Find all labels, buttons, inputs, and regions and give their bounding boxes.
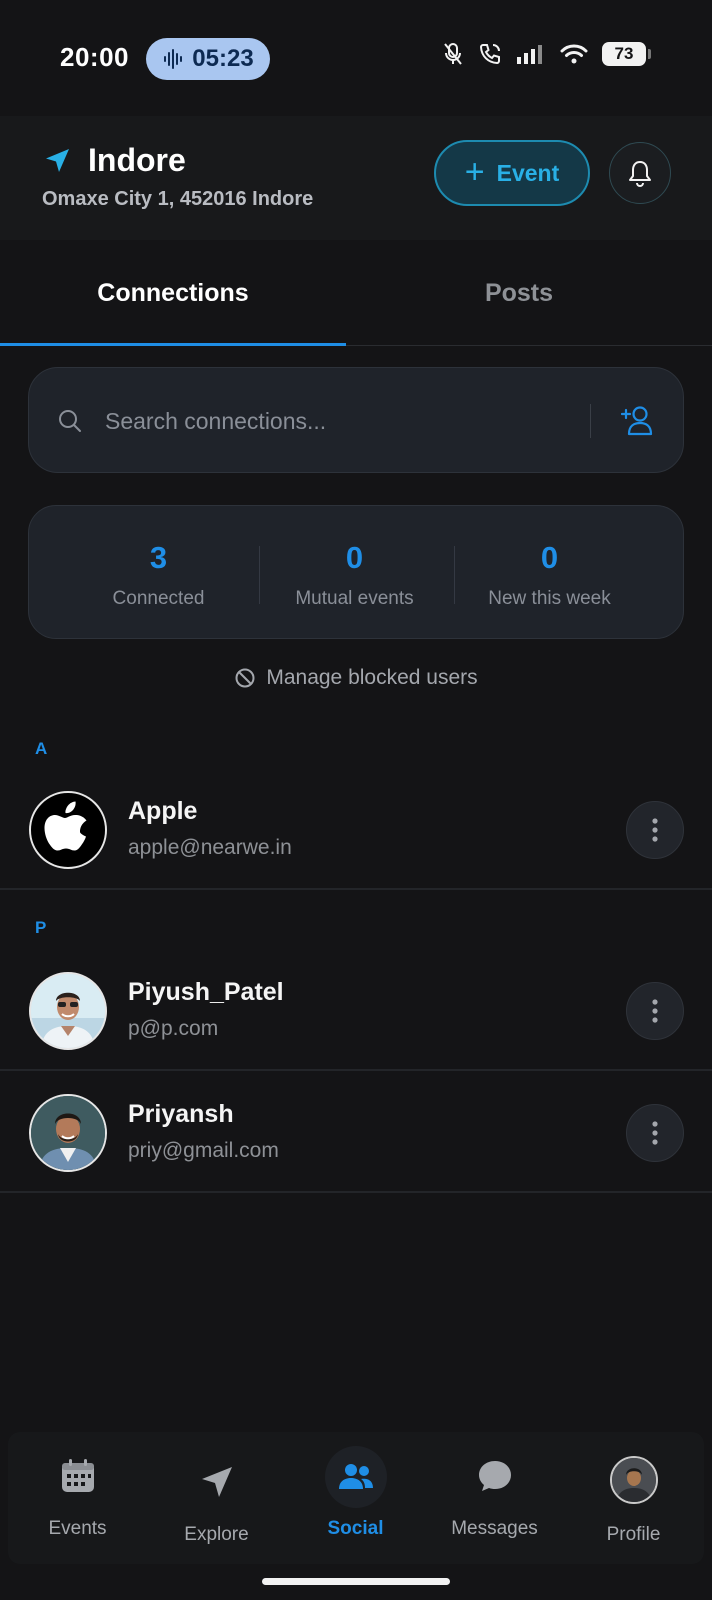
more-options-button[interactable] bbox=[626, 1104, 684, 1162]
search-input[interactable] bbox=[105, 398, 585, 444]
notifications-button[interactable] bbox=[609, 142, 671, 204]
battery-icon: 73 bbox=[602, 42, 651, 66]
mic-off-icon bbox=[444, 43, 462, 65]
contact-name: Apple bbox=[128, 797, 198, 825]
location-header: Indore Omaxe City 1, 452016 Indore + Eve… bbox=[0, 116, 712, 240]
section-letter-p: P bbox=[35, 918, 47, 937]
stat-new-this-week: 0 New this week bbox=[452, 506, 647, 640]
stat-value: 3 bbox=[149, 540, 168, 575]
apple-logo-icon bbox=[44, 801, 87, 851]
home-indicator[interactable] bbox=[262, 1578, 450, 1585]
avatar bbox=[609, 1456, 658, 1504]
stat-label: New this week bbox=[488, 588, 611, 609]
avatar bbox=[29, 972, 107, 1050]
tab-bar: Connections Posts bbox=[0, 240, 712, 346]
call-timer: 05:23 bbox=[192, 45, 254, 72]
nav-label: Messages bbox=[451, 1518, 538, 1539]
stat-label: Mutual events bbox=[295, 588, 414, 609]
calendar-icon bbox=[61, 1459, 94, 1492]
list-item[interactable]: Priyansh priy@gmail.com bbox=[0, 1073, 712, 1193]
city-name[interactable]: Indore bbox=[88, 142, 186, 179]
search-bar bbox=[28, 367, 684, 473]
nav-label: Social bbox=[327, 1518, 384, 1539]
nav-label: Explore bbox=[184, 1524, 249, 1545]
section-letter-a: A bbox=[35, 739, 48, 758]
avatar bbox=[29, 1094, 107, 1172]
tab-connections[interactable]: Connections bbox=[0, 240, 346, 346]
contact-name: Piyush_Patel bbox=[128, 978, 284, 1006]
contact-name: Priyansh bbox=[128, 1100, 234, 1128]
more-options-button[interactable] bbox=[626, 982, 684, 1040]
navigation-arrow-icon bbox=[201, 1467, 232, 1497]
wifi-icon bbox=[560, 44, 588, 64]
avatar bbox=[29, 791, 107, 869]
wifi-calling-icon bbox=[479, 44, 500, 65]
ongoing-call-pill[interactable]: 05:23 bbox=[146, 38, 270, 80]
block-icon bbox=[235, 668, 255, 688]
more-vertical-icon bbox=[652, 818, 658, 842]
tab-posts[interactable]: Posts bbox=[346, 240, 692, 346]
people-icon bbox=[338, 1464, 373, 1489]
more-options-button[interactable] bbox=[626, 801, 684, 859]
stat-label: Connected bbox=[112, 588, 205, 609]
nav-label: Profile bbox=[606, 1524, 661, 1545]
nav-social[interactable]: Social bbox=[286, 1432, 425, 1564]
status-clock: 20:00 bbox=[60, 42, 129, 72]
add-user-icon[interactable] bbox=[621, 402, 659, 440]
nav-events[interactable]: Events bbox=[8, 1432, 147, 1564]
list-item[interactable]: Piyush_Patel p@p.com bbox=[0, 951, 712, 1071]
add-event-label: Event bbox=[496, 159, 560, 186]
nav-messages[interactable]: Messages bbox=[425, 1432, 564, 1564]
search-icon bbox=[59, 410, 81, 432]
bottom-navigation: Events Explore Social Messages Profile bbox=[8, 1432, 704, 1564]
address-line: Omaxe City 1, 452016 Indore bbox=[42, 188, 314, 210]
profile-photo bbox=[31, 974, 105, 1048]
signal-icon bbox=[517, 45, 542, 64]
waveform-icon bbox=[164, 49, 183, 69]
profile-photo bbox=[31, 1096, 105, 1170]
profile-photo bbox=[611, 1458, 656, 1502]
stat-value: 0 bbox=[540, 540, 559, 575]
contact-email: p@p.com bbox=[128, 1017, 219, 1040]
status-bar: 20:00 05:23 73 bbox=[0, 0, 712, 116]
status-icons: 73 bbox=[442, 42, 651, 66]
bell-icon bbox=[629, 161, 651, 187]
add-event-button[interactable]: + Event bbox=[434, 140, 590, 206]
connection-stats-card: 3 Connected 0 Mutual events 0 New this w… bbox=[28, 505, 684, 639]
stat-mutual-events: 0 Mutual events bbox=[257, 506, 452, 640]
plus-icon: + bbox=[464, 152, 485, 191]
manage-blocked-users-label: Manage blocked users bbox=[266, 666, 478, 689]
manage-blocked-users-link[interactable]: Manage blocked users bbox=[0, 662, 712, 694]
chat-bubble-icon bbox=[478, 1461, 511, 1491]
active-tab-indicator bbox=[0, 343, 346, 346]
nav-label: Events bbox=[48, 1518, 107, 1539]
list-item[interactable]: Apple apple@nearwe.in bbox=[0, 770, 712, 890]
more-vertical-icon bbox=[652, 1121, 658, 1145]
contact-email: apple@nearwe.in bbox=[128, 836, 292, 859]
location-arrow-icon bbox=[46, 149, 69, 172]
search-divider bbox=[590, 404, 591, 438]
more-vertical-icon bbox=[652, 999, 658, 1023]
nav-profile[interactable]: Profile bbox=[564, 1432, 703, 1564]
stat-connected: 3 Connected bbox=[61, 506, 256, 640]
stat-value: 0 bbox=[345, 540, 364, 575]
nav-explore[interactable]: Explore bbox=[147, 1432, 286, 1564]
contact-email: priy@gmail.com bbox=[128, 1139, 279, 1162]
